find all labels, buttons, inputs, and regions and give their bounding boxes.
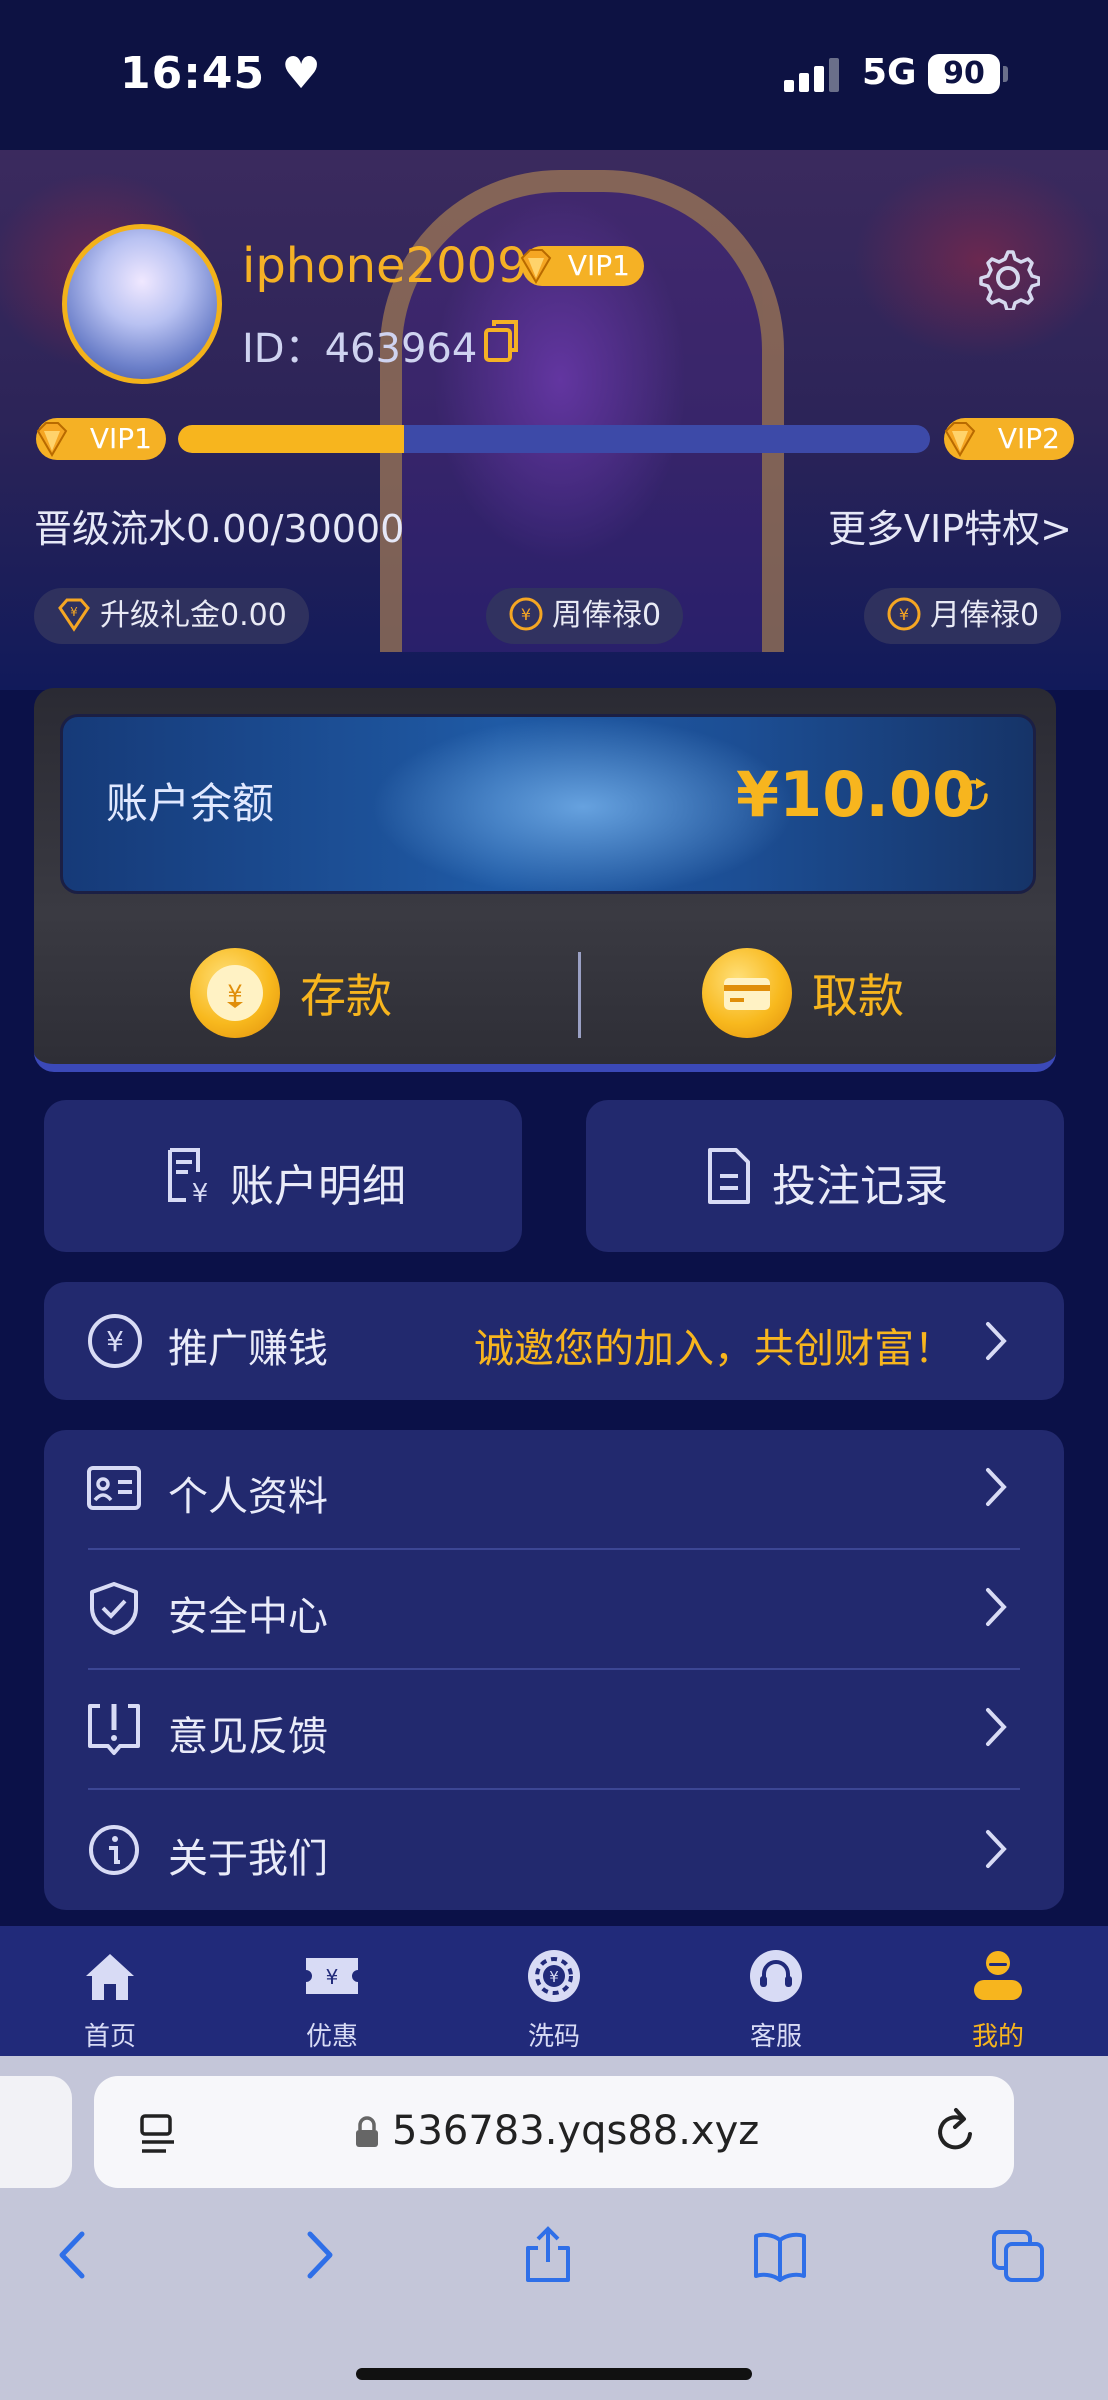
copy-icon[interactable] (482, 318, 522, 364)
back-icon[interactable] (46, 2226, 102, 2284)
vip-badge: VIP1 (520, 246, 644, 286)
chevron-right-icon (986, 1322, 1007, 1360)
deposit-button[interactable]: 存款 (300, 960, 392, 1026)
svg-text:¥: ¥ (899, 605, 909, 624)
status-time: 16:45 ♥ (120, 48, 322, 99)
tabs-icon[interactable] (990, 2226, 1046, 2284)
tab-label-customer-service: 客服 (749, 2022, 802, 2052)
chevron-right-icon (986, 1468, 1007, 1506)
home-indicator (356, 2368, 752, 2380)
tab-label-home: 首页 (83, 2022, 136, 2052)
svg-text:¥: ¥ (521, 605, 531, 624)
chevron-right-icon (986, 1588, 1007, 1626)
deposit-icon[interactable]: ¥ (190, 948, 280, 1038)
bet-records-label: 投注记录 (772, 1161, 948, 1212)
current-vip-label: VIP1 (89, 422, 152, 455)
next-vip-badge: VIP2 (944, 418, 1074, 460)
lock-icon (356, 2116, 378, 2147)
diamond-icon: ¥ (58, 598, 90, 632)
shield-check-icon (90, 1582, 138, 1635)
heart-icon: ♥ (281, 48, 322, 99)
menu-label-feedback: 意见反馈 (168, 1714, 328, 1760)
withdraw-card-icon[interactable] (702, 948, 792, 1038)
username: iphone2009 (242, 238, 528, 294)
svg-text:¥: ¥ (70, 605, 78, 619)
account-details-label: 账户明细 (230, 1161, 406, 1212)
signal-icon (784, 58, 839, 92)
id-card-icon (87, 1466, 141, 1510)
svg-text:¥: ¥ (549, 1968, 559, 1986)
vip-badge-label: VIP1 (567, 249, 630, 282)
svg-text:¥: ¥ (326, 1965, 339, 1989)
upgrade-bonus-label: 升级礼金0.00 (100, 598, 287, 633)
tab-label-rebate: 洗码 (527, 2022, 580, 2052)
tab-label-promotions: 优惠 (305, 2022, 358, 2052)
user-icon (974, 1951, 1022, 2000)
diamond-icon (944, 422, 976, 457)
headset-icon (750, 1950, 802, 2002)
balance-value: ¥10.00 (736, 758, 976, 831)
yen-coin-icon: ¥ (509, 597, 543, 630)
refresh-icon[interactable] (952, 774, 994, 816)
divider (578, 952, 581, 1038)
info-icon (89, 1825, 139, 1875)
menu-label-security: 安全中心 (168, 1594, 328, 1640)
forward-icon[interactable] (290, 2226, 346, 2284)
svg-text:¥: ¥ (106, 1325, 124, 1358)
document-icon (708, 1148, 750, 1204)
previous-tab[interactable] (0, 2076, 72, 2188)
avatar[interactable] (62, 224, 222, 384)
ticket-icon: ¥ (306, 1958, 358, 1994)
chevron-right-icon (986, 1708, 1007, 1746)
upgrade-bonus-pill[interactable]: ¥ 升级礼金0.00 (34, 588, 309, 644)
bookmarks-icon[interactable] (752, 2226, 808, 2284)
next-vip-label: VIP2 (997, 422, 1060, 455)
balance-label: 账户余额 (106, 779, 275, 828)
bill-yen-icon: ¥ (168, 1148, 209, 1206)
diamond-icon (520, 249, 552, 284)
settings-gear-icon[interactable] (976, 246, 1040, 310)
withdraw-button[interactable]: 取款 (812, 960, 904, 1026)
promo-slogan: 诚邀您的加入，共创财富！ (474, 1326, 954, 1372)
chip-icon: ¥ (528, 1950, 580, 2002)
reader-mode-icon[interactable] (138, 2112, 178, 2156)
battery-icon: 90 (928, 54, 1000, 94)
monthly-salary-label: 月俸禄0 (930, 598, 1040, 633)
yen-coin-icon: ¥ (887, 597, 921, 630)
vip-progress-bar (178, 425, 930, 453)
current-vip-badge: VIP1 (36, 418, 166, 460)
reload-icon[interactable] (932, 2106, 980, 2158)
diamond-icon (36, 422, 68, 457)
yen-coin-icon: ¥ (88, 1314, 142, 1368)
monthly-salary-pill[interactable]: ¥ 月俸禄0 (864, 588, 1062, 644)
battery-tip (1003, 66, 1008, 82)
network-label: 5G (862, 52, 917, 93)
home-icon (86, 1954, 134, 2000)
weekly-salary-label: 周俸禄0 (552, 598, 662, 633)
svg-text:¥: ¥ (192, 1179, 209, 1206)
menu-label-about: 关于我们 (168, 1836, 328, 1882)
feedback-icon (88, 1704, 140, 1755)
turnover-progress-text: 晋级流水0.00/30000 (34, 507, 405, 551)
weekly-salary-pill[interactable]: ¥ 周俸禄0 (486, 588, 684, 644)
user-id: ID：463964 (242, 326, 478, 372)
more-vip-privileges-link[interactable]: 更多VIP特权> (828, 498, 1072, 553)
promo-label: 推广赚钱 (168, 1326, 328, 1372)
tab-label-profile: 我的 (971, 2022, 1024, 2052)
chevron-right-icon (986, 1830, 1007, 1868)
menu-label-profile: 个人资料 (168, 1474, 328, 1520)
vip-progress-fill (178, 425, 404, 453)
share-icon[interactable] (520, 2226, 576, 2284)
url-text[interactable]: 536783.yqs88.xyz (392, 2108, 759, 2154)
